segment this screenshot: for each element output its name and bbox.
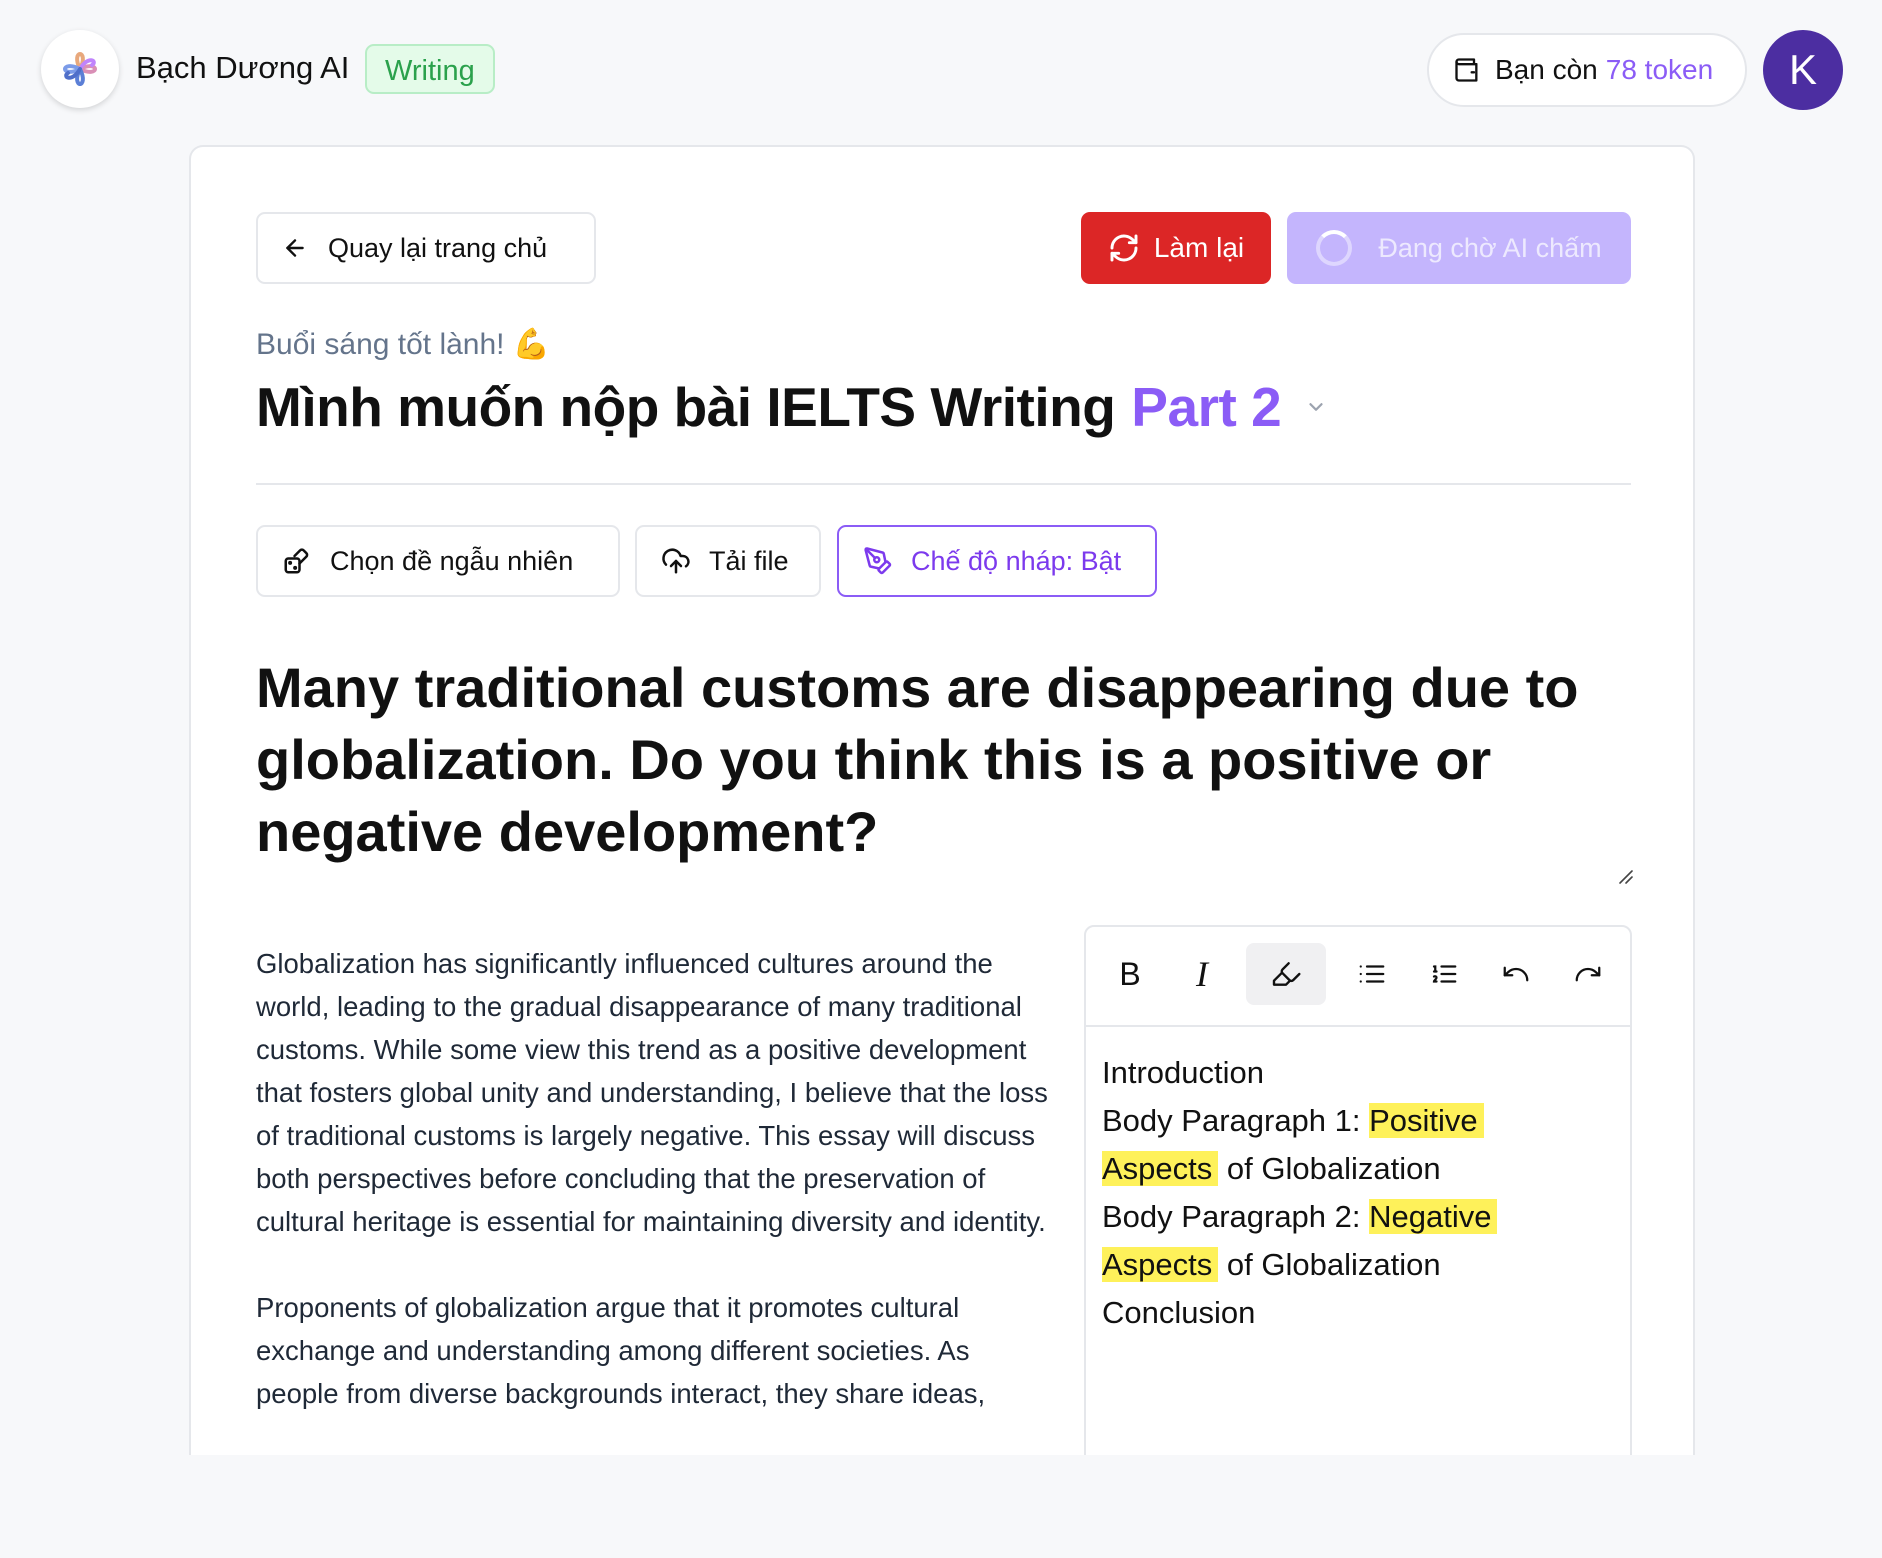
- essay-textarea[interactable]: Globalization has significantly influenc…: [256, 942, 1056, 1455]
- highlighted-text: Positive: [1369, 1103, 1484, 1138]
- outline-text: Body Paragraph 2:: [1102, 1199, 1370, 1234]
- resize-handle-icon[interactable]: [1616, 867, 1634, 885]
- outline-text: of Globalization: [1218, 1151, 1441, 1186]
- bold-button[interactable]: B: [1098, 943, 1162, 1005]
- part-selector[interactable]: Part 2: [1131, 375, 1281, 439]
- token-balance[interactable]: Bạn còn 78 token: [1427, 33, 1747, 107]
- outline-line: Aspects of Globalization: [1102, 1145, 1614, 1193]
- highlighted-text: Aspects: [1102, 1247, 1219, 1282]
- upload-file-label: Tải file: [709, 545, 789, 576]
- italic-button[interactable]: I: [1170, 943, 1234, 1005]
- outline-line: Introduction: [1102, 1049, 1614, 1097]
- refresh-icon: [1110, 234, 1138, 262]
- arrow-left-icon: [286, 239, 304, 257]
- undo-icon: [1503, 966, 1529, 982]
- user-avatar[interactable]: K: [1763, 30, 1843, 110]
- mode-badge: Writing: [365, 44, 495, 94]
- random-topic-button[interactable]: Chọn đề ngẫu nhiên: [256, 525, 620, 597]
- outline-editor[interactable]: B I Introduction Body Paragraph 1: Posit…: [1084, 925, 1632, 1455]
- dice-icon: [284, 548, 309, 574]
- essay-paragraph: Proponents of globalization argue that i…: [256, 1292, 986, 1409]
- outline-line: Aspects of Globalization: [1102, 1241, 1614, 1289]
- page-title: Mình muốn nộp bài IELTS Writing Part 2: [256, 375, 1327, 439]
- numbered-list-button[interactable]: [1412, 943, 1476, 1005]
- redo-label: Làm lại: [1153, 232, 1245, 263]
- italic-icon: I: [1196, 954, 1208, 994]
- main-card: Quay lại trang chủ Làm lại Đang chờ AI c…: [189, 145, 1695, 1455]
- outline-text: Conclusion: [1102, 1295, 1256, 1330]
- draft-mode-toggle[interactable]: Chế độ nháp: Bật: [837, 525, 1157, 597]
- outline-line: Body Paragraph 2: Negative: [1102, 1193, 1614, 1241]
- outline-content[interactable]: Introduction Body Paragraph 1: Positive …: [1086, 1027, 1630, 1359]
- random-topic-label: Chọn đề ngẫu nhiên: [330, 545, 574, 576]
- redo-icon: [1575, 966, 1601, 982]
- bold-icon: B: [1119, 955, 1141, 992]
- token-label: Bạn còn: [1495, 54, 1598, 85]
- outline-line: Conclusion: [1102, 1289, 1614, 1337]
- highlighted-text: Negative: [1369, 1199, 1498, 1234]
- highlighted-text: Aspects: [1102, 1151, 1219, 1186]
- waiting-ai-button[interactable]: Đang chờ AI chấm: [1287, 212, 1631, 284]
- bullet-list-icon: [1359, 965, 1385, 983]
- highlight-button[interactable]: [1246, 943, 1326, 1005]
- highlighter-icon: [1272, 962, 1301, 986]
- loading-spinner-icon: [1316, 230, 1353, 266]
- wallet-icon: [1455, 58, 1478, 82]
- back-home-label: Quay lại trang chủ: [328, 232, 548, 263]
- app-logo[interactable]: [41, 30, 119, 108]
- essay-paragraph: Globalization has significantly influenc…: [256, 948, 1048, 1237]
- divider: [256, 483, 1631, 485]
- waiting-ai-label: Đang chờ AI chấm: [1378, 232, 1602, 263]
- outline-text: of Globalization: [1218, 1247, 1441, 1282]
- brand-name: Bạch Dương AI: [136, 50, 350, 85]
- numbered-list-icon: [1432, 965, 1457, 983]
- greeting: Buổi sáng tốt lành! 💪: [256, 328, 551, 361]
- undo-button[interactable]: [1484, 943, 1548, 1005]
- redo-edit-button[interactable]: [1556, 943, 1620, 1005]
- pen-tool-icon: [864, 547, 892, 575]
- essay-question[interactable]: Many traditional customs are disappearin…: [256, 652, 1636, 868]
- flower-logo-icon: [63, 52, 97, 86]
- cloud-upload-icon: [662, 548, 690, 574]
- outline-text: Introduction: [1102, 1055, 1264, 1090]
- page-title-text: Mình muốn nộp bài IELTS Writing: [256, 376, 1116, 438]
- redo-button[interactable]: Làm lại: [1081, 212, 1271, 284]
- outline-text: Body Paragraph 1:: [1102, 1103, 1370, 1138]
- draft-mode-label: Chế độ nháp: Bật: [911, 545, 1122, 576]
- outline-line: Body Paragraph 1: Positive: [1102, 1097, 1614, 1145]
- upload-file-button[interactable]: Tải file: [635, 525, 821, 597]
- chevron-down-icon[interactable]: [1305, 396, 1327, 418]
- editor-toolbar: B I: [1086, 927, 1630, 1027]
- bullet-list-button[interactable]: [1340, 943, 1404, 1005]
- token-count: 78 token: [1605, 54, 1714, 85]
- back-home-button[interactable]: Quay lại trang chủ: [256, 212, 596, 284]
